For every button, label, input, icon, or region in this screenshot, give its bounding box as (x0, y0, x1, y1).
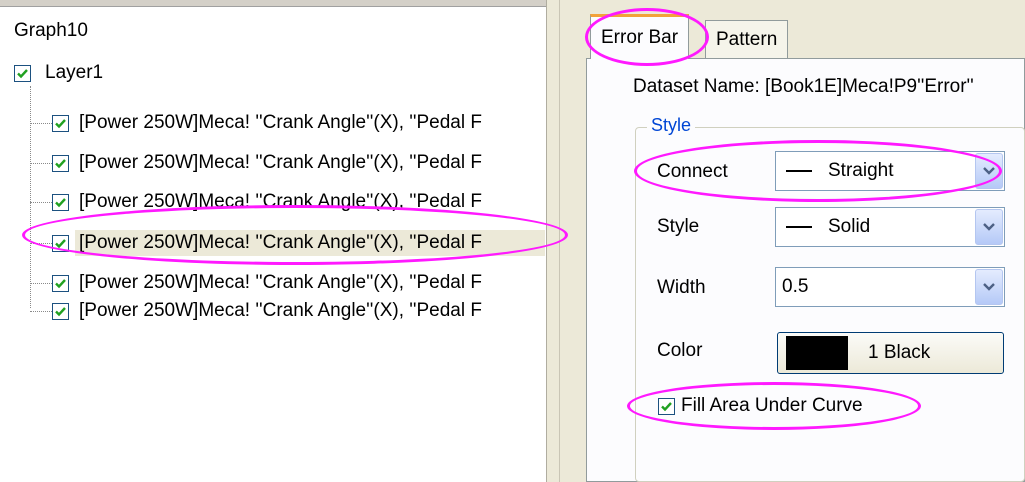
line-sample (786, 226, 812, 228)
tab-pattern[interactable]: Pattern (705, 20, 789, 58)
check-icon (55, 118, 66, 128)
tree-node-dataset-selected[interactable]: [Power 250W]Meca! ''Crank Angle''(X), ''… (30, 230, 545, 256)
tree-node-dataset-label: [Power 250W]Meca! ''Crank Angle''(X), ''… (79, 191, 482, 212)
check-icon (55, 197, 66, 207)
width-dropdown[interactable]: 0.5 (775, 267, 1005, 307)
tree-node-dataset-label: [Power 250W]Meca! ''Crank Angle''(X), ''… (79, 300, 482, 321)
check-icon (55, 238, 66, 248)
connect-value: Straight (828, 160, 894, 181)
connect-label: Connect (657, 161, 728, 182)
check-icon (55, 278, 66, 288)
dataset-checkbox[interactable] (52, 234, 69, 252)
style-group-title: Style (647, 115, 696, 136)
object-tree-panel: Graph10 Layer1 [Power 250W]Meca! ''Crank… (0, 0, 546, 482)
chevron-down-icon[interactable] (975, 269, 1003, 305)
fill-area-checkbox-row[interactable]: Fill Area Under Curve (658, 395, 863, 417)
layer-checkbox[interactable] (14, 64, 31, 82)
style-dropdown[interactable]: Solid (775, 207, 1005, 247)
check-icon (661, 401, 672, 411)
width-label: Width (657, 277, 706, 298)
tree-root-graph[interactable]: Graph10 (14, 20, 88, 42)
color-label: Color (657, 340, 703, 361)
dataset-checkbox[interactable] (52, 114, 69, 132)
tree-node-dataset[interactable]: [Power 250W]Meca! ''Crank Angle''(X), ''… (30, 110, 545, 136)
tab-error-bar[interactable]: Error Bar (590, 14, 690, 59)
tree-node-dataset[interactable]: [Power 250W]Meca! ''Crank Angle''(X), ''… (30, 189, 545, 215)
chevron-down-icon[interactable] (975, 153, 1003, 189)
check-icon (55, 158, 66, 168)
width-value: 0.5 (782, 276, 809, 297)
tree-panel-header (0, 0, 546, 7)
tree-node-dataset-label: [Power 250W]Meca! ''Crank Angle''(X), ''… (79, 112, 482, 133)
tree-node-dataset-label: [Power 250W]Meca! ''Crank Angle''(X), ''… (79, 272, 482, 293)
check-icon (55, 306, 66, 316)
dataset-name-label: Dataset Name: [Book1E]Meca!P9''Error'' (633, 76, 974, 97)
fill-area-checkbox[interactable] (658, 397, 675, 415)
tree-node-dataset-label: [Power 250W]Meca! ''Crank Angle''(X), ''… (75, 230, 545, 256)
dataset-checkbox[interactable] (52, 154, 69, 172)
style-label: Style (657, 216, 700, 237)
line-sample (786, 170, 812, 172)
dataset-checkbox[interactable] (52, 302, 69, 320)
connect-dropdown[interactable]: Straight (775, 151, 1005, 191)
tree-node-dataset-label: [Power 250W]Meca! ''Crank Angle''(X), ''… (79, 152, 482, 173)
color-value: 1 Black (868, 342, 931, 363)
color-picker-button[interactable]: 1 Black (777, 332, 1004, 374)
tree-node-layer-label: Layer1 (45, 62, 104, 83)
dataset-checkbox[interactable] (52, 274, 69, 292)
tree-node-dataset[interactable]: [Power 250W]Meca! ''Crank Angle''(X), ''… (30, 298, 545, 324)
tree-node-layer[interactable]: Layer1 (14, 61, 103, 85)
tree-node-dataset[interactable]: [Power 250W]Meca! ''Crank Angle''(X), ''… (30, 270, 545, 296)
tree-node-dataset[interactable]: [Power 250W]Meca! ''Crank Angle''(X), ''… (30, 150, 545, 176)
dataset-checkbox[interactable] (52, 193, 69, 211)
fill-area-label: Fill Area Under Curve (681, 395, 863, 416)
chevron-down-icon[interactable] (975, 209, 1003, 245)
style-value: Solid (828, 216, 871, 237)
panel-splitter[interactable] (546, 0, 560, 482)
check-icon (17, 68, 28, 78)
color-swatch (786, 336, 848, 370)
